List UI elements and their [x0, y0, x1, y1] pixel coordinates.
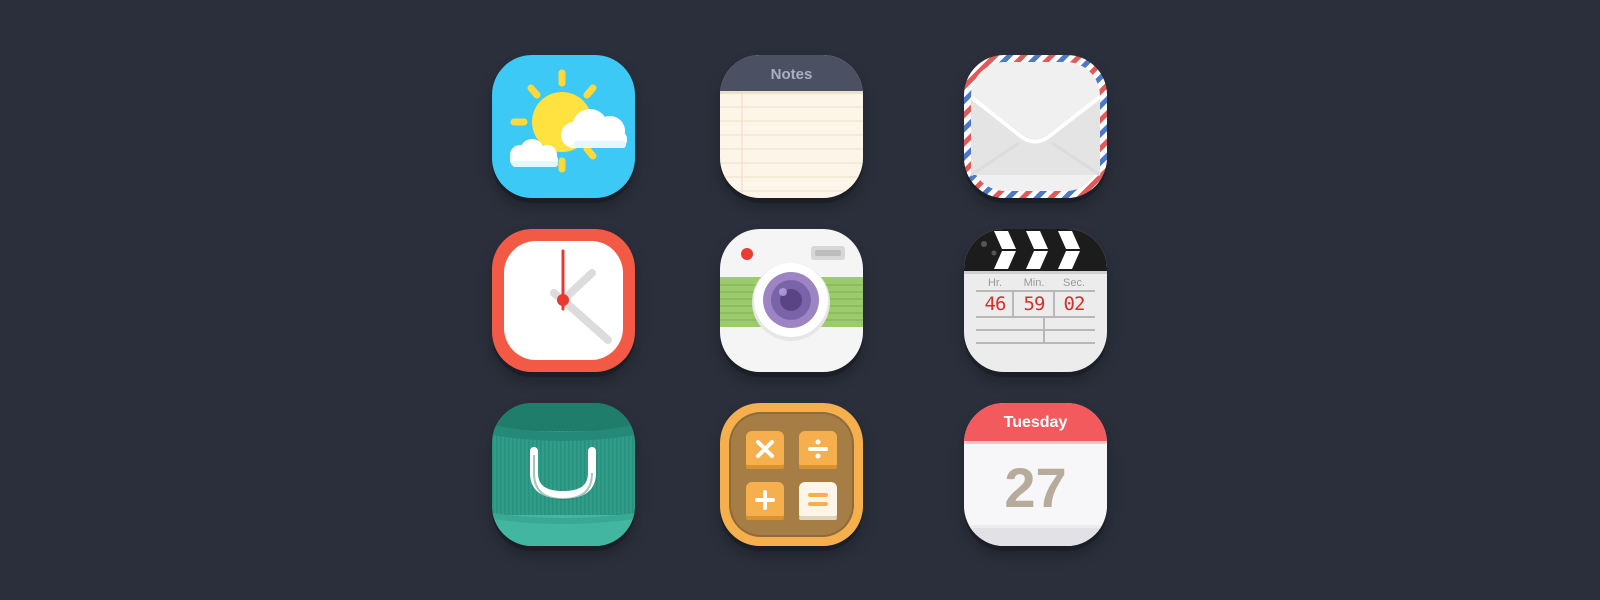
notes-title: Notes [770, 66, 813, 83]
calendar-date: 27 [1004, 456, 1067, 519]
weather-app-icon[interactable] [492, 55, 635, 198]
envelope-icon [964, 55, 1107, 198]
hours-label: Hr. [987, 277, 1003, 289]
calculator-app-icon[interactable] [720, 403, 863, 546]
minutes-value: 59 [1023, 293, 1046, 315]
camera-app-icon[interactable] [720, 229, 863, 372]
calendar-app-icon[interactable]: Tuesday 27 [964, 403, 1107, 546]
seconds-value: 02 [1063, 293, 1086, 315]
shopping-bag-icon [492, 403, 635, 546]
clock-app-icon[interactable] [492, 229, 635, 372]
weather-sun-cloud-icon [492, 55, 635, 198]
clock-face-icon [492, 229, 635, 372]
seconds-label: Sec. [1062, 277, 1085, 289]
video-app-icon[interactable]: Hr. Min. Sec. 46 59 02 [964, 229, 1107, 372]
shopping-app-icon[interactable] [492, 403, 635, 546]
calculator-icon [720, 403, 863, 546]
calendar-day: Tuesday [1003, 414, 1068, 431]
notes-app-icon[interactable]: Notes [720, 55, 863, 198]
mail-app-icon[interactable] [964, 55, 1107, 198]
minutes-label: Min. [1023, 277, 1045, 289]
hours-value: 46 [984, 293, 1007, 315]
camera-lens-icon [720, 229, 863, 372]
